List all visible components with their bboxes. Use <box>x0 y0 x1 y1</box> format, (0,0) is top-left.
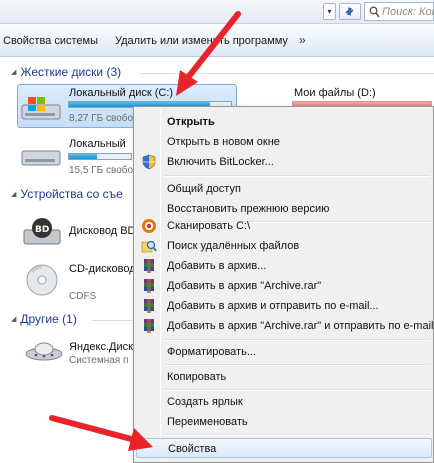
drive-name: Локальный диск (C:) <box>69 87 174 99</box>
menu-item-open-new-window[interactable]: Открыть в новом окне <box>136 132 432 152</box>
drive-free-space: 8,27 ГБ свобо <box>69 113 134 124</box>
menu-item-label: Добавить в архив "Archive.rar" и отправи… <box>167 320 434 332</box>
menu-item-scan[interactable]: Сканировать C:\ <box>136 216 432 236</box>
menu-item-label: Сканировать C:\ <box>167 220 251 232</box>
search-placeholder: Поиск: Комп <box>382 6 434 18</box>
drive-name[interactable]: CD-дисковод <box>69 263 136 275</box>
yandex-disk-icon <box>25 342 63 361</box>
menu-item-bitlocker[interactable]: Включить BitLocker... <box>136 152 432 172</box>
refresh-button[interactable] <box>339 3 361 20</box>
uninstall-program-button[interactable]: Удалить или изменить программу <box>115 35 288 47</box>
collapse-triangle-icon: ◢ <box>11 191 17 198</box>
menu-item-open[interactable]: Открыть <box>136 112 432 132</box>
menu-item-rename[interactable]: Переименовать <box>136 412 432 432</box>
drive-sub: Системная п <box>69 355 129 366</box>
collapse-triangle-icon: ◢ <box>11 316 17 323</box>
winrar-icon <box>144 319 154 333</box>
history-dropdown-button[interactable]: ▾ <box>323 3 336 20</box>
group-title: Другие (1) <box>20 312 77 326</box>
menu-item-label: Добавить в архив... <box>167 260 267 272</box>
menu-item-label: Создать ярлык <box>167 396 243 408</box>
winrar-icon <box>144 299 154 313</box>
context-menu: Открыть Открыть в новом окне Включить Bi… <box>133 106 434 463</box>
menu-item-label: Восстановить прежнюю версию <box>167 203 330 215</box>
winrar-icon <box>144 259 154 273</box>
drive-name[interactable]: Локальный <box>69 138 126 150</box>
menu-item-sharing[interactable]: Общий доступ <box>136 179 432 199</box>
menu-item-label: Свойства <box>168 443 217 455</box>
system-properties-button[interactable]: Свойства системы <box>3 35 98 47</box>
drive-free-space: 15,5 ГБ свобо <box>69 165 134 176</box>
menu-item-label: Открыть <box>167 116 215 128</box>
drive-name[interactable]: Яндекс.Диск <box>69 341 133 353</box>
menu-item-properties[interactable]: Свойства <box>136 438 432 458</box>
menu-item-label: Общий доступ <box>167 183 241 195</box>
menu-item-label: Поиск удалённых файлов <box>167 240 300 252</box>
menu-item-add-archive-email[interactable]: Добавить в архив и отправить по e-mail..… <box>136 296 432 316</box>
menu-separator <box>164 339 430 341</box>
shield-icon <box>142 154 156 170</box>
drive-name[interactable]: Мои файлы (D:) <box>294 87 376 99</box>
menu-item-format[interactable]: Форматировать... <box>136 342 432 362</box>
menu-item-copy[interactable]: Копировать <box>136 367 432 387</box>
group-header-hard-drives[interactable]: ◢ Жесткие диски (3) <box>11 65 121 79</box>
menu-separator <box>164 364 430 366</box>
group-title: Устройства со съе <box>20 187 123 201</box>
menu-item-add-archive-rar[interactable]: Добавить в архив "Archive.rar" <box>136 276 432 296</box>
menu-item-label: Форматировать... <box>167 346 256 358</box>
search-files-icon <box>141 240 157 253</box>
hard-drive-icon <box>21 150 61 166</box>
menu-separator <box>164 434 430 436</box>
menu-separator <box>164 389 430 391</box>
menu-item-label: Переименовать <box>167 416 248 428</box>
address-bar-strip: ▾ Поиск: Комп <box>0 0 434 24</box>
menu-item-add-archive[interactable]: Добавить в архив... <box>136 256 432 276</box>
group-divider <box>92 320 132 321</box>
drive-usage-fill <box>69 154 97 159</box>
drive-usage-bar <box>68 153 132 160</box>
menu-item-label: Добавить в архив "Archive.rar" <box>167 280 322 292</box>
collapse-triangle-icon: ◢ <box>11 69 17 76</box>
menu-item-label: Открыть в новом окне <box>167 136 280 148</box>
svg-text:BD: BD <box>35 225 49 235</box>
menu-item-label: Включить BitLocker... <box>167 156 274 168</box>
group-header-other[interactable]: ◢ Другие (1) <box>11 312 77 326</box>
group-title: Жесткие диски (3) <box>20 65 122 79</box>
winrar-icon <box>144 279 154 293</box>
search-icon <box>369 6 380 18</box>
hard-drive-windows-icon <box>21 97 61 120</box>
group-header-removable[interactable]: ◢ Устройства со съе <box>11 187 123 201</box>
group-divider <box>140 73 434 74</box>
drive-name[interactable]: Дисковод BD <box>69 225 136 237</box>
menu-item-create-shortcut[interactable]: Создать ярлык <box>136 392 432 412</box>
drive-filesystem: CDFS <box>69 291 97 302</box>
menu-item-add-archive-rar-email[interactable]: Добавить в архив "Archive.rar" и отправи… <box>136 316 434 336</box>
search-input[interactable]: Поиск: Комп <box>364 2 434 21</box>
cd-disc-icon <box>26 264 58 296</box>
menu-item-search-deleted[interactable]: Поиск удалённых файлов <box>136 236 432 256</box>
refresh-icon <box>345 7 354 16</box>
menu-item-label: Добавить в архив и отправить по e-mail..… <box>167 300 379 312</box>
antivirus-icon <box>142 219 156 233</box>
toolbar-more-button[interactable]: » <box>299 33 306 47</box>
bd-drive-icon: BD <box>23 218 61 245</box>
menu-item-label: Копировать <box>167 371 227 383</box>
command-bar: Свойства системы Удалить или изменить пр… <box>0 25 434 57</box>
menu-separator <box>164 175 430 177</box>
